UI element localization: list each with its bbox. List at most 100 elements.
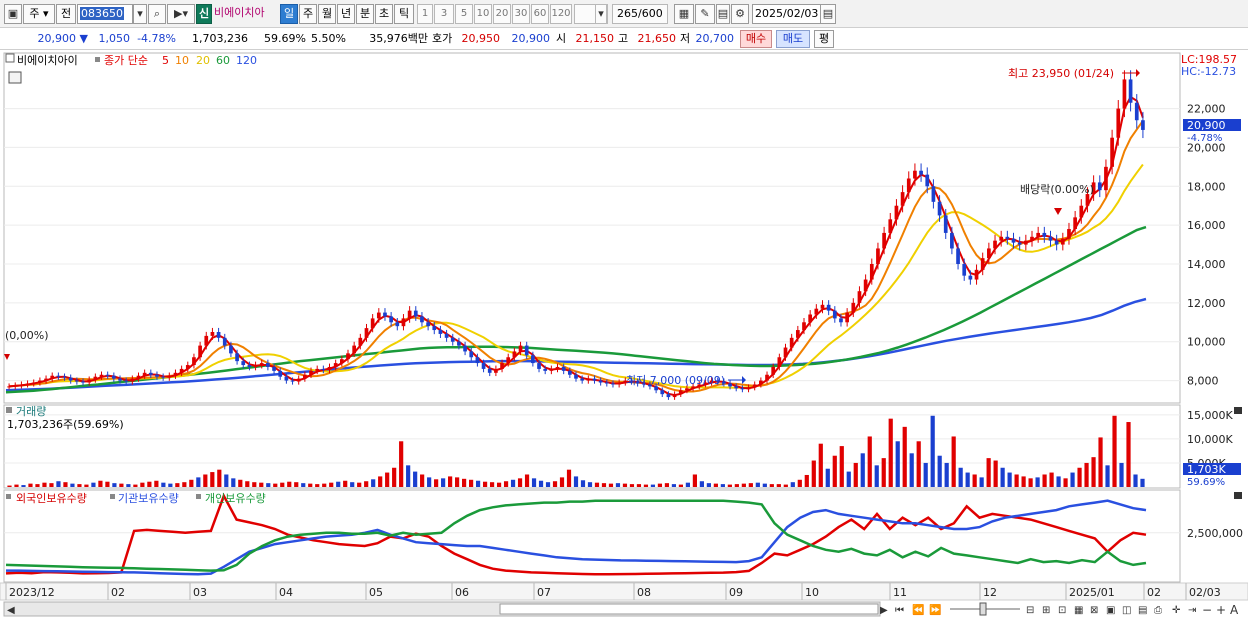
zoom-all-icon[interactable]: ⊞ xyxy=(1042,605,1050,616)
zoom-in-icon[interactable]: + xyxy=(1216,603,1226,617)
volume-bar xyxy=(615,483,621,487)
grid-icon[interactable]: ▦ xyxy=(1074,605,1083,616)
candle-body xyxy=(1079,205,1084,218)
capture-icon[interactable]: ◫ xyxy=(1122,605,1131,616)
save-icon[interactable]: ▤ xyxy=(716,4,730,24)
candle-body xyxy=(105,374,110,376)
candle-body xyxy=(740,388,745,390)
code-dropdown-icon[interactable]: ▾ xyxy=(133,4,147,24)
stock-chart[interactable]: 8,00010,00012,00014,00016,00018,00020,00… xyxy=(0,52,1248,621)
volume-bar xyxy=(1063,478,1068,487)
volume-panel-close-icon[interactable] xyxy=(1234,407,1242,414)
candle-body xyxy=(167,375,172,378)
candle-body xyxy=(50,375,55,379)
candle-body xyxy=(561,366,566,371)
current-price: 20,900 ▼ xyxy=(37,32,88,45)
volume-bar xyxy=(489,482,495,487)
candle-body xyxy=(906,178,911,193)
layout-icon[interactable]: ⊡ xyxy=(1058,605,1066,616)
draw-tools-icon[interactable]: ✎ xyxy=(695,4,715,24)
scrollbar-thumb[interactable] xyxy=(499,603,879,615)
candle-body xyxy=(216,332,221,338)
period-month[interactable]: 월 xyxy=(318,4,336,24)
zoom-out-icon[interactable]: − xyxy=(1202,603,1212,617)
calendar-icon[interactable]: ▤ xyxy=(820,4,836,24)
sound-icon[interactable]: ▶▾ xyxy=(167,4,195,24)
count-value: 265 xyxy=(617,7,638,20)
candle-body xyxy=(869,264,874,280)
period-minute[interactable]: 분 xyxy=(356,4,374,24)
candle-body xyxy=(38,380,42,383)
interval-10[interactable]: 10 xyxy=(474,4,492,24)
volume-bar xyxy=(797,479,802,487)
market-select[interactable]: 주 ▾ xyxy=(23,4,55,24)
scroll-right-icon[interactable]: ▶ xyxy=(880,605,888,616)
price-change: 1,050 xyxy=(98,32,131,45)
volume-bar xyxy=(434,479,439,487)
period-day[interactable]: 일 xyxy=(280,4,298,24)
step-forward-icon[interactable]: ⏩ xyxy=(929,603,941,616)
date-input[interactable]: 2025/02/03 xyxy=(752,4,822,24)
zoom-out-end-icon[interactable]: ⇥ xyxy=(1188,605,1196,616)
candle-body xyxy=(1128,79,1133,103)
candle-body xyxy=(457,341,461,346)
sell-button[interactable]: 매도 xyxy=(776,30,810,48)
table-icon[interactable]: ▤ xyxy=(1138,605,1147,616)
volume-bar xyxy=(524,474,530,487)
zoom-slider-handle[interactable] xyxy=(979,602,987,616)
period-week[interactable]: 주 xyxy=(299,4,317,24)
zoom-fit-icon[interactable]: ⊟ xyxy=(1026,605,1034,616)
interval-20[interactable]: 20 xyxy=(493,4,511,24)
holdings-panel-close-icon[interactable] xyxy=(1234,492,1242,499)
search-icon[interactable]: ⌕ xyxy=(148,4,166,24)
font-size-icon[interactable]: A xyxy=(1230,603,1239,617)
print-icon[interactable]: ⎙ xyxy=(1154,605,1162,616)
volume-bar xyxy=(252,482,257,487)
candle-body xyxy=(765,374,769,381)
volume-bar xyxy=(441,478,446,487)
average-button[interactable]: 평 xyxy=(814,30,834,48)
buy-button[interactable]: 매수 xyxy=(740,30,772,48)
scroll-left-icon[interactable]: ◀ xyxy=(7,605,15,616)
window-menu-icon[interactable]: ▣ xyxy=(4,4,22,24)
candle-body xyxy=(173,372,178,376)
gear-icon[interactable]: ⚙ xyxy=(731,4,749,24)
volume-bar xyxy=(902,426,907,487)
volume-bar xyxy=(140,482,145,487)
volume-bar xyxy=(336,481,341,487)
stock-code-value: 083650 xyxy=(80,7,124,20)
volume-bar xyxy=(392,467,397,487)
interval-1[interactable]: 1 xyxy=(417,4,433,24)
candle-body xyxy=(333,363,338,367)
interval-3[interactable]: 3 xyxy=(434,4,454,24)
volume-bar xyxy=(622,483,628,487)
interval-dropdown-icon[interactable]: ▾ xyxy=(595,4,607,24)
compare-icon[interactable]: ⊠ xyxy=(1090,605,1098,616)
candle-type-icon[interactable]: ▦ xyxy=(674,4,694,24)
candle-body xyxy=(438,330,443,334)
interval-120[interactable]: 120 xyxy=(550,4,572,24)
jump-start-icon[interactable]: ⏮ xyxy=(895,605,904,616)
step-back-icon[interactable]: ⏪ xyxy=(912,603,924,616)
interval-30[interactable]: 30 xyxy=(512,4,530,24)
price-tick-label: 18,000 xyxy=(1187,180,1226,193)
stock-code-input[interactable]: 083650 xyxy=(77,4,133,24)
candle-body xyxy=(487,368,492,373)
volume-bar xyxy=(650,484,656,487)
candle-body xyxy=(111,375,116,379)
crosshair-icon[interactable]: ✛ xyxy=(1172,605,1181,616)
period-tick[interactable]: 틱 xyxy=(394,4,414,24)
volume-bar xyxy=(1119,462,1124,487)
interval-5[interactable]: 5 xyxy=(455,4,473,24)
volume-bar xyxy=(413,471,418,487)
mode-select[interactable]: 전 xyxy=(56,4,76,24)
volume-bar xyxy=(350,482,355,487)
period-year[interactable]: 년 xyxy=(337,4,355,24)
calculator-icon[interactable] xyxy=(8,71,22,84)
candle-body xyxy=(253,365,258,367)
interval-60[interactable]: 60 xyxy=(531,4,549,24)
count-input[interactable]: 265/600 xyxy=(612,4,668,24)
indicator-icon[interactable]: ▣ xyxy=(1106,605,1115,616)
candle-body xyxy=(820,304,825,309)
period-second[interactable]: 초 xyxy=(375,4,393,24)
